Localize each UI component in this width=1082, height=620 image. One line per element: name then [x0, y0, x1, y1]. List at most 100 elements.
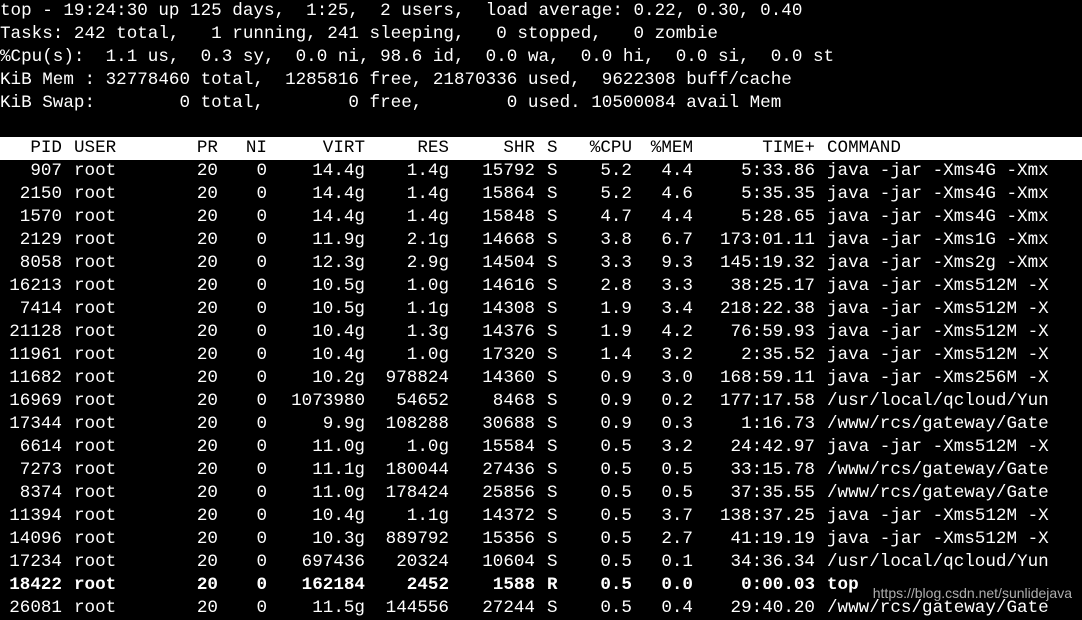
- cell-res: 108288: [385, 414, 449, 434]
- cell-shr: 17320: [482, 345, 535, 365]
- cell-pid: 907: [30, 161, 62, 181]
- process-row[interactable]: 21128 root 20 0 10.4g 1.3g 14376 S 1.9 4.2 76:59.9…: [0, 321, 1082, 344]
- column-header-shr: SHR: [503, 138, 535, 158]
- cell-time: 24:42.97: [730, 437, 815, 457]
- cell-state: S: [547, 598, 558, 618]
- cell-mem: 6.7: [661, 230, 693, 250]
- cell-res: 978824: [385, 368, 449, 388]
- cell-pr: 20: [196, 437, 218, 457]
- cell-command: java -jar -Xms512M -X: [827, 345, 1049, 365]
- process-row[interactable]: 11682 root 20 0 10.2g 978824 14360 S 0.9 3.0 168:5…: [0, 367, 1082, 390]
- cell-command: java -jar -Xms256M -X: [827, 368, 1049, 388]
- cell-command: java -jar -Xms4G -Xmx: [827, 161, 1049, 181]
- cell-pid: 2150: [19, 184, 62, 204]
- cell-shr: 15584: [482, 437, 535, 457]
- cell-cpu: 3.3: [600, 253, 632, 273]
- column-header-time: TIME+: [762, 138, 815, 158]
- cell-virt: 10.4g: [312, 506, 365, 526]
- process-row[interactable]: 7414 root 20 0 10.5g 1.1g 14308 S 1.9 3.4 218:22.3…: [0, 298, 1082, 321]
- cell-time: 38:25.17: [730, 276, 815, 296]
- cell-state: S: [547, 368, 558, 388]
- cell-pid: 8374: [19, 483, 62, 503]
- cell-pid: 2129: [19, 230, 62, 250]
- column-header-row[interactable]: PID USER PR NI VIRT RES SHR S %CPU %MEM TIME+ COMMA…: [0, 137, 1082, 160]
- cell-command: /www/rcs/gateway/Gate: [827, 483, 1049, 503]
- process-row[interactable]: 11961 root 20 0 10.4g 1.0g 17320 S 1.4 3.2 2:35.52…: [0, 344, 1082, 367]
- cell-pr: 20: [196, 460, 218, 480]
- cell-shr: 25856: [482, 483, 535, 503]
- cell-res: 889792: [385, 529, 449, 549]
- cell-mem: 3.2: [661, 345, 693, 365]
- cell-shr: 15792: [482, 161, 535, 181]
- cell-shr: 14616: [482, 276, 535, 296]
- cell-state: S: [547, 207, 558, 227]
- cell-mem: 0.2: [661, 391, 693, 411]
- process-row[interactable]: 1570 root 20 0 14.4g 1.4g 15848 S 4.7 4.4 5:28.65 j…: [0, 206, 1082, 229]
- cell-state: S: [547, 184, 558, 204]
- cell-cpu: 0.5: [600, 529, 632, 549]
- process-row[interactable]: 7273 root 20 0 11.1g 180044 27436 S 0.5 0.5 33:15.…: [0, 459, 1082, 482]
- cell-pid: 8058: [19, 253, 62, 273]
- process-row[interactable]: 17234 root 20 0 697436 20324 10604 S 0.5 0.1 34:36…: [0, 551, 1082, 574]
- process-row[interactable]: 2150 root 20 0 14.4g 1.4g 15864 S 5.2 4.6 5:35.35 j…: [0, 183, 1082, 206]
- cell-ni: 0: [256, 276, 267, 296]
- cell-res: 20324: [396, 552, 449, 572]
- process-row[interactable]: 16213 root 20 0 10.5g 1.0g 14616 S 2.8 3.3 38:25.1…: [0, 275, 1082, 298]
- process-row[interactable]: 11394 root 20 0 10.4g 1.1g 14372 S 0.5 3.7 138:37.…: [0, 505, 1082, 528]
- cell-res: 178424: [385, 483, 449, 503]
- cell-pr: 20: [196, 368, 218, 388]
- cell-virt: 11.0g: [312, 437, 365, 457]
- cell-user: root: [74, 322, 117, 342]
- cell-pid: 6614: [19, 437, 62, 457]
- process-row[interactable]: 16969 root 20 0 1073980 54652 8468 S 0.9 0.2 177:1…: [0, 390, 1082, 413]
- process-row[interactable]: 2129 root 20 0 11.9g 2.1g 14668 S 3.8 6.7 173:01.1…: [0, 229, 1082, 252]
- cell-cpu: 0.5: [600, 598, 632, 618]
- cell-shr: 15356: [482, 529, 535, 549]
- cell-user: root: [74, 437, 117, 457]
- cell-user: root: [74, 529, 117, 549]
- column-header-mem: %MEM: [650, 138, 693, 158]
- cell-shr: 15848: [482, 207, 535, 227]
- cell-time: 173:01.11: [719, 230, 815, 250]
- process-row[interactable]: 8058 root 20 0 12.3g 2.9g 14504 S 3.3 9.3 145:19.3…: [0, 252, 1082, 275]
- cell-mem: 2.7: [661, 529, 693, 549]
- cell-time: 218:22.38: [719, 299, 815, 319]
- cell-pid: 11394: [9, 506, 62, 526]
- process-row[interactable]: 907 root 20 0 14.4g 1.4g 15792 S 5.2 4.4 5:33.86 ja…: [0, 160, 1082, 183]
- cell-pid: 14096: [9, 529, 62, 549]
- cell-res: 1.1g: [406, 506, 449, 526]
- cell-time: 168:59.11: [719, 368, 815, 388]
- cell-user: root: [74, 598, 117, 618]
- process-row[interactable]: 17344 root 20 0 9.9g 108288 30688 S 0.9 0.3 1:16.7…: [0, 413, 1082, 436]
- cell-cpu: 0.5: [600, 460, 632, 480]
- cell-cpu: 0.5: [600, 483, 632, 503]
- cell-command: /www/rcs/gateway/Gate: [827, 460, 1049, 480]
- column-header-cpu: %CPU: [589, 138, 632, 158]
- cell-virt: 14.4g: [312, 207, 365, 227]
- cell-mem: 0.0: [661, 575, 693, 595]
- cell-time: 177:17.58: [719, 391, 815, 411]
- cell-time: 0:00.03: [741, 575, 815, 595]
- summary-line: KiB Mem : 32778460 total, 1285816 free, …: [0, 70, 792, 90]
- process-row[interactable]: 8374 root 20 0 11.0g 178424 25856 S 0.5 0.5 37:35.…: [0, 482, 1082, 505]
- cell-state: S: [547, 161, 558, 181]
- cell-shr: 10604: [482, 552, 535, 572]
- process-row[interactable]: 14096 root 20 0 10.3g 889792 15356 S 0.5 2.7 41:19…: [0, 528, 1082, 551]
- column-header-user: USER: [74, 138, 117, 158]
- cell-mem: 4.4: [661, 207, 693, 227]
- cell-res: 144556: [385, 598, 449, 618]
- cell-shr: 8468: [492, 391, 535, 411]
- cell-ni: 0: [256, 207, 267, 227]
- cell-pr: 20: [196, 253, 218, 273]
- cell-time: 41:19.19: [730, 529, 815, 549]
- cell-user: root: [74, 483, 117, 503]
- cell-command: java -jar -Xms512M -X: [827, 322, 1049, 342]
- cell-user: root: [74, 161, 117, 181]
- cell-cpu: 2.8: [600, 276, 632, 296]
- process-row[interactable]: 6614 root 20 0 11.0g 1.0g 15584 S 0.5 3.2 24:42.97…: [0, 436, 1082, 459]
- cell-user: root: [74, 460, 117, 480]
- cell-time: 5:35.35: [741, 184, 815, 204]
- cell-user: root: [74, 230, 117, 250]
- cell-time: 29:40.20: [730, 598, 815, 618]
- cell-cpu: 0.9: [600, 368, 632, 388]
